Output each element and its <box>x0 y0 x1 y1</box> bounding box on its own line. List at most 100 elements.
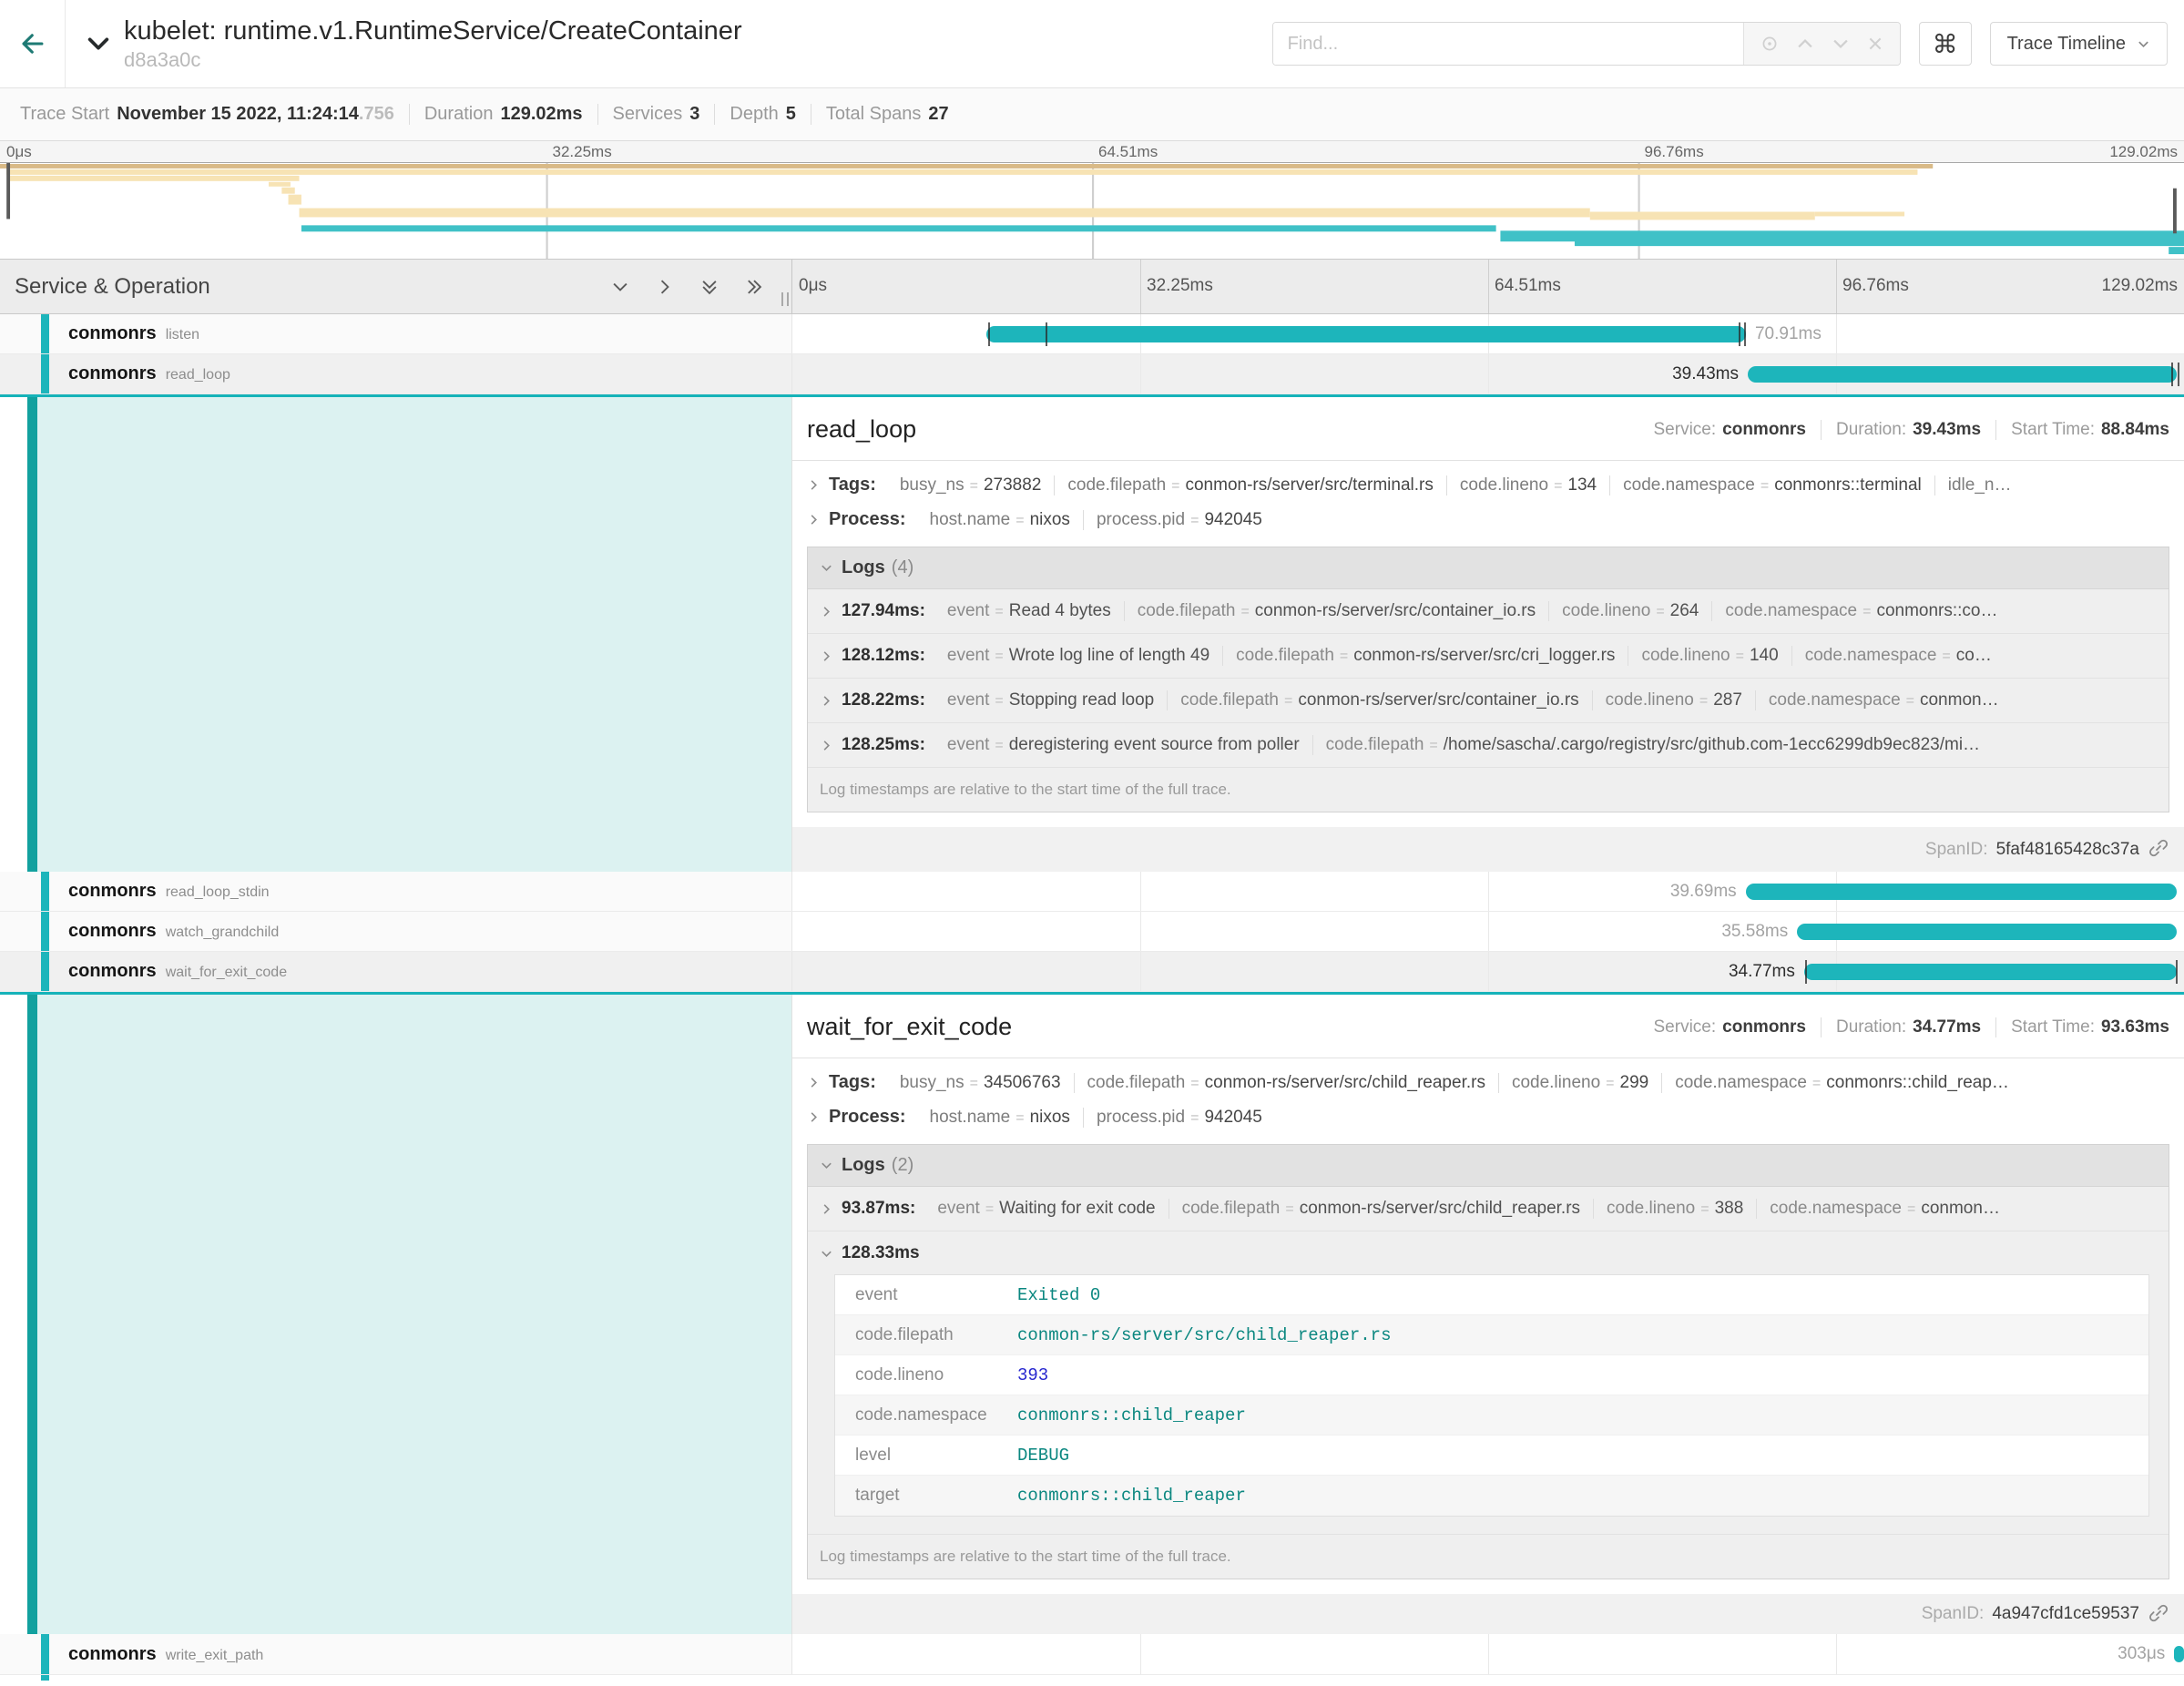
log-field-key: level <box>835 1446 1017 1466</box>
span-row-partial[interactable] <box>0 1675 2184 1681</box>
log-field-key: code.lineno <box>1641 646 1730 666</box>
process-row[interactable]: Process:host.name=nixosprocess.pid=94204… <box>792 496 2184 530</box>
expand-one-icon[interactable] <box>655 277 675 297</box>
span-duration-bar[interactable] <box>1797 924 2177 940</box>
span-row-listen[interactable]: conmonrslisten70.91ms <box>0 314 2184 354</box>
log-entry[interactable]: 127.94ms:event=Read 4 bytescode.filepath… <box>808 589 2169 634</box>
chevron-right-icon <box>820 605 833 618</box>
logs-header[interactable]: Logs(2) <box>808 1145 2169 1187</box>
log-field: code.namespace=conmonrs::co… <box>1712 601 2010 621</box>
logs-note: Log timestamps are relative to the start… <box>808 1535 2169 1579</box>
process-row[interactable]: Process:host.name=nixosprocess.pid=94204… <box>792 1093 2184 1128</box>
log-field: code.namespace=co… <box>1792 646 2005 666</box>
span-table-header: Service & Operation 0μs32.25ms64.51ms96.… <box>0 260 2184 314</box>
span-name-cell: conmonrsread_loop <box>0 354 792 393</box>
detail-left-column <box>0 995 792 1634</box>
expand-all-icon[interactable] <box>744 277 764 297</box>
span-timeline-cell: 303μs <box>792 1634 2184 1674</box>
equals-sign: = <box>1606 1076 1614 1092</box>
minimap-span-segment <box>6 169 1917 175</box>
tags-tag: code.lineno=134 <box>1447 475 1610 496</box>
log-entry[interactable]: 128.12ms:event=Wrote log line of length … <box>808 634 2169 679</box>
minimap-left-handle[interactable] <box>6 163 10 219</box>
service-name: conmonrs <box>68 961 157 982</box>
span-duration-bar[interactable] <box>1746 884 2177 900</box>
span-duration-bar[interactable] <box>1804 964 2177 980</box>
link-icon <box>2148 837 2169 862</box>
trace-view-selector[interactable]: Trace Timeline <box>1990 22 2168 66</box>
log-field-key: event <box>947 646 989 666</box>
log-marker-tick <box>1744 322 1746 346</box>
span-duration-bar[interactable] <box>986 326 1746 342</box>
log-entry[interactable]: 128.22ms:event=Stopping read loopcode.fi… <box>808 679 2169 723</box>
link-icon <box>2148 1602 2169 1627</box>
log-entry[interactable]: 128.25ms:event=deregistering event sourc… <box>808 723 2169 768</box>
find-prev-icon[interactable] <box>1795 34 1815 54</box>
summary-value: 129.02ms <box>500 104 582 125</box>
minimap-span-segment <box>289 195 301 205</box>
collapse-one-icon[interactable] <box>610 277 630 297</box>
tags-row[interactable]: Tags:busy_ns=273882code.filepath=conmon-… <box>792 461 2184 496</box>
log-field: event=Waiting for exit code <box>924 1199 1169 1219</box>
summary-label: Trace Start <box>20 104 109 125</box>
timeline-gridline <box>1488 354 1489 393</box>
span-row-read_loop_stdin[interactable]: conmonrsread_loop_stdin 39.69ms <box>0 872 2184 912</box>
detail-header: read_loopService:conmonrsDuration:39.43m… <box>792 397 2184 453</box>
minimap-span-segment <box>269 182 291 187</box>
tags-row[interactable]: Tags:busy_ns=34506763code.filepath=conmo… <box>792 1058 2184 1093</box>
deep-link-button[interactable] <box>2148 837 2169 862</box>
log-field-value: /home/sascha/.cargo/registry/src/github.… <box>1444 735 1980 755</box>
trace-collapse-toggle[interactable] <box>84 29 113 58</box>
minimap-canvas[interactable] <box>0 163 2184 260</box>
log-field: code.filepath=conmon-rs/server/src/conta… <box>1168 690 1592 710</box>
service-name: conmonrs <box>68 1644 157 1665</box>
span-row-read_loop[interactable]: conmonrsread_loop39.43ms <box>0 354 2184 394</box>
collapse-all-icon[interactable] <box>699 277 719 297</box>
span-duration-bar[interactable] <box>1748 366 2177 383</box>
span-name-cell: conmonrswrite_exit_path <box>0 1634 792 1674</box>
equals-sign: = <box>1554 478 1562 495</box>
span-row-wait_for_exit_code[interactable]: conmonrswait_for_exit_code34.77ms <box>0 952 2184 992</box>
minimap-right-handle[interactable] <box>2173 189 2177 234</box>
span-row-watch_grandchild[interactable]: conmonrswatch_grandchild35.58ms <box>0 912 2184 952</box>
span-row-write_exit_path[interactable]: conmonrswrite_exit_path303μs <box>0 1634 2184 1675</box>
equals-sign: = <box>1760 478 1769 495</box>
log-field-list: event=Wrote log line of length 49code.fi… <box>934 646 2005 666</box>
minimap-span-segment <box>0 164 1933 169</box>
log-field-value: conmonrs::child_reaper <box>1017 1405 1246 1425</box>
log-field: code.lineno=388 <box>1594 1199 1757 1219</box>
span-name-cell: conmonrsread_loop_stdin <box>0 872 792 911</box>
log-field-value: conmon-rs/server/src/child_reaper.rs <box>1300 1199 1580 1219</box>
equals-sign: = <box>1285 1201 1293 1218</box>
chevron-right-icon <box>820 1202 833 1216</box>
tags-tag-value: 34506763 <box>984 1073 1061 1093</box>
tags-tag-key: busy_ns <box>900 1073 964 1093</box>
logs-section: Logs(4)127.94ms:event=Read 4 bytescode.f… <box>807 547 2169 812</box>
column-resizer[interactable] <box>781 292 789 306</box>
log-field-key: target <box>835 1486 1017 1506</box>
span-name-cell: conmonrslisten <box>0 314 792 353</box>
span-duration-label: 39.69ms <box>1670 872 1737 912</box>
span-duration-bar[interactable] <box>2174 1646 2184 1662</box>
log-entry-expanded[interactable]: 128.33mseventExited 0code.filepathconmon… <box>808 1231 2169 1535</box>
keyboard-shortcuts-button[interactable]: ⌘ <box>1919 22 1972 66</box>
back-button[interactable] <box>0 0 66 87</box>
tags-tag-value: 273882 <box>984 475 1041 496</box>
detail-panel: read_loopService:conmonrsDuration:39.43m… <box>792 397 2184 872</box>
find-next-icon[interactable] <box>1831 34 1851 54</box>
deep-link-button[interactable] <box>2148 1602 2169 1627</box>
logs-header[interactable]: Logs(4) <box>808 547 2169 589</box>
log-entry[interactable]: 93.87ms:event=Waiting for exit codecode.… <box>808 1187 2169 1231</box>
log-field-value: conmon… <box>1920 690 1999 710</box>
log-entry-header[interactable]: 128.33ms <box>820 1243 2157 1263</box>
detail-operation-title: wait_for_exit_code <box>807 1013 1654 1041</box>
tags-tag-value: conmonrs::child_reap… <box>1826 1073 2009 1093</box>
detail-meta: Service:conmonrsDuration:39.43msStart Ti… <box>1654 420 2170 440</box>
clear-find-icon[interactable] <box>1866 35 1884 53</box>
equals-sign: = <box>1907 1201 1915 1218</box>
focus-target-icon[interactable] <box>1760 34 1780 54</box>
find-input[interactable] <box>1273 23 1743 65</box>
equals-sign: = <box>1190 1076 1199 1092</box>
timeline-gridline <box>1836 1634 1837 1674</box>
process-tag-value: nixos <box>1030 1108 1070 1128</box>
